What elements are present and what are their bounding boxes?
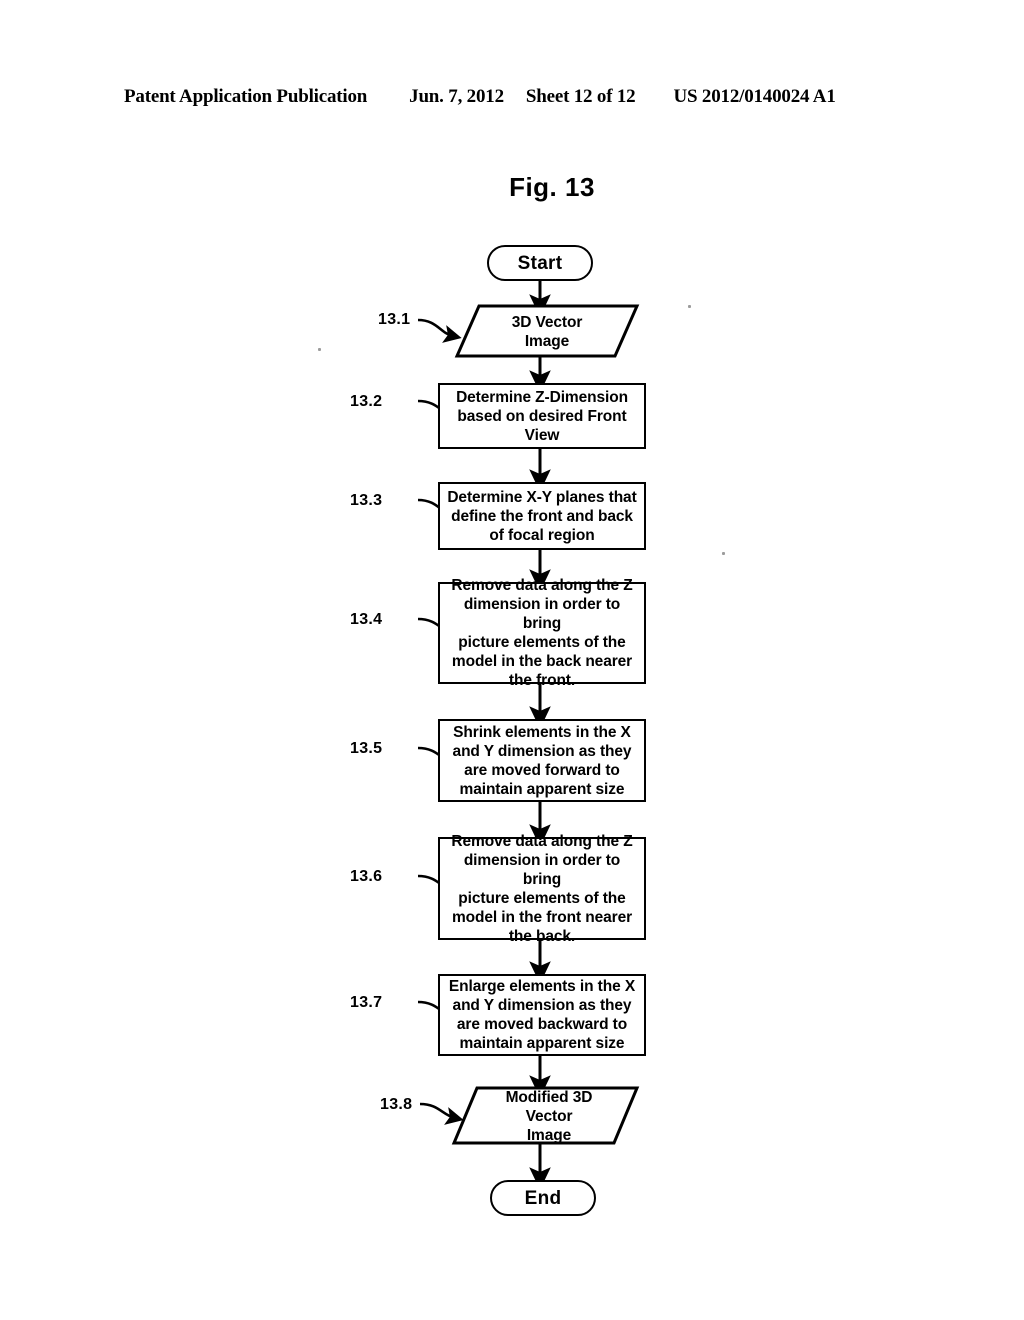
step-ref-13-3: 13.3 bbox=[350, 492, 383, 509]
flow-node-13-2[interactable]: Determine Z-Dimension based on desired Fr… bbox=[438, 383, 646, 449]
flow-node-13-5-label: Shrink elements in the Xand Y dimension … bbox=[452, 723, 632, 798]
flow-node-13-1-label: 3D Vector Image bbox=[511, 313, 583, 350]
flow-node-13-6[interactable]: Remove data along the Zdimension in orde… bbox=[438, 833, 646, 945]
step-ref-13-4: 13.4 bbox=[350, 611, 383, 628]
step-ref-13-6: 13.6 bbox=[350, 868, 383, 885]
step-ref-13-8: 13.8 bbox=[380, 1096, 413, 1113]
flow-node-13-6-label: Remove data along the Zdimension in orde… bbox=[451, 832, 633, 945]
step-ref-13-7: 13.7 bbox=[350, 994, 383, 1011]
scan-speck bbox=[688, 305, 691, 308]
flow-node-13-1[interactable]: 3D Vector Image bbox=[452, 306, 642, 357]
flow-node-start[interactable]: Start bbox=[487, 245, 593, 281]
flow-node-13-3[interactable]: Determine X-Y planes that define the fron… bbox=[438, 482, 646, 550]
flow-node-13-5[interactable]: Shrink elements in the Xand Y dimension … bbox=[438, 719, 646, 802]
scan-speck bbox=[722, 552, 725, 555]
step-ref-13-5: 13.5 bbox=[350, 740, 383, 757]
flow-node-end[interactable]: End bbox=[490, 1180, 596, 1216]
flow-node-end-label: End bbox=[524, 1187, 562, 1209]
flow-node-start-label: Start bbox=[517, 252, 563, 274]
flow-node-13-4[interactable]: Remove data along the Zdimension in orde… bbox=[438, 577, 646, 689]
flowchart-diagram: Start 3D Vector Image 13.1 Determine Z-Di… bbox=[0, 0, 1024, 1320]
flow-node-13-8[interactable]: Modified 3D Vector Image bbox=[454, 1088, 644, 1144]
flow-node-13-2-label: Determine Z-Dimension based on desired Fr… bbox=[456, 388, 628, 444]
flow-node-13-7-label: Enlarge elements in the Xand Y dimension… bbox=[448, 978, 636, 1052]
flow-node-13-4-label: Remove data along the Zdimension in orde… bbox=[451, 577, 633, 689]
scan-speck bbox=[318, 348, 321, 351]
flow-node-13-7[interactable]: Enlarge elements in the Xand Y dimension… bbox=[438, 974, 646, 1056]
flow-node-13-8-label: Modified 3D Vector Image bbox=[505, 1088, 593, 1144]
step-ref-13-1: 13.1 bbox=[378, 311, 411, 328]
step-ref-13-2: 13.2 bbox=[350, 393, 383, 410]
flow-node-13-3-label: Determine X-Y planes that define the fron… bbox=[447, 488, 637, 544]
